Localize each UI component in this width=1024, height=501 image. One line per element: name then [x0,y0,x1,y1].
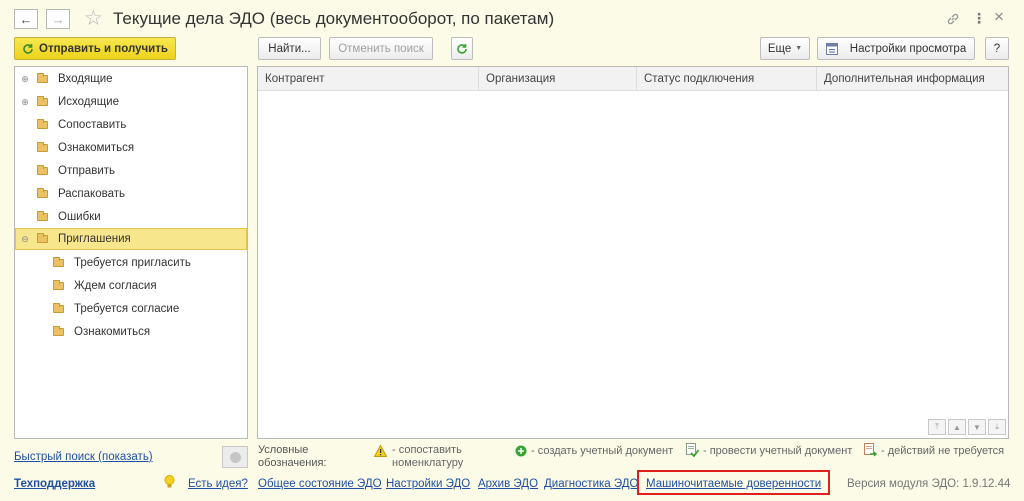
edo-status-link[interactable]: Общее состояние ЭДО [258,478,382,490]
refresh-icon [23,43,33,54]
edo-diagnostics-link[interactable]: Диагностика ЭДО [544,478,638,490]
folder-icon [37,119,48,129]
forward-button[interactable]: → [46,9,70,29]
expand-icon[interactable]: ⊕ [20,74,30,85]
column-counterparty[interactable]: Контрагент [258,67,479,91]
tree-item-label: Ознакомиться [74,326,151,338]
refresh-button[interactable] [451,37,473,60]
tree-item-outgoing[interactable]: ⊕ Исходящие [15,91,247,113]
close-icon[interactable]: × [994,7,1004,27]
legend-match: - сопоставить номенклатуру [392,444,464,469]
folder-tree: ⊕ Входящие ⊕ Исходящие Сопоставить Ознак… [14,66,248,439]
tree-item-label: Ознакомиться [58,142,135,154]
tree-item-label: Сопоставить [58,119,127,131]
tree-item-invitations[interactable]: ⊖ Приглашения [15,228,247,250]
tree-item-consent-required[interactable]: Требуется согласие [15,298,247,320]
folder-icon [37,211,48,221]
folder-icon [37,73,48,83]
idea-link[interactable]: Есть идея? [188,478,248,490]
tree-item-label: Требуется пригласить [74,257,191,269]
more-label: Еще [767,42,792,55]
scroll-bottom-icon[interactable]: ⤓ [988,419,1006,435]
edo-settings-link[interactable]: Настройки ЭДО [386,478,470,490]
help-button[interactable]: ? [985,37,1009,60]
folder-icon [53,257,64,267]
more-options-icon[interactable]: ⋮ [972,10,986,27]
chevron-down-icon: ▼ [795,45,803,52]
page-title: Текущие дела ЭДО (весь документооборот, … [113,9,555,28]
legend-create: - создать учетный документ [531,445,674,457]
tree-item-label: Распаковать [58,188,125,200]
link-icon[interactable] [946,12,960,26]
tree-item-label: Входящие [58,73,113,85]
tree-item-label: Отправить [58,165,116,177]
tree-item-send[interactable]: Отправить [15,160,247,182]
documents-table: Контрагент Организация Статус подключени… [257,66,1009,439]
folder-icon [37,188,48,198]
scroll-up-icon[interactable]: ▲ [948,419,966,435]
find-button[interactable]: Найти... [258,37,321,60]
table-scroll-controls: ⤒ ▲ ▼ ⤓ [928,419,1006,435]
post-document-icon [686,443,699,457]
tree-item-errors[interactable]: Ошибки [15,206,247,228]
tree-item-label: Ошибки [58,211,101,223]
send-receive-label: Отправить и получить [39,42,168,55]
legend-title: Условные обозначения: [258,444,327,469]
module-version: Версия модуля ЭДО: 1.9.12.44 [847,478,1011,490]
collapse-icon[interactable]: ⊖ [20,234,30,245]
add-circle-icon [515,445,527,457]
send-receive-button[interactable]: Отправить и получить [14,37,176,60]
favorite-star-icon[interactable]: ☆ [84,6,103,31]
edo-archive-link[interactable]: Архив ЭДО [478,478,538,490]
machine-readable-proxies-link[interactable]: Машиночитаемые доверенности [646,478,821,490]
scroll-down-icon[interactable]: ▼ [968,419,986,435]
scroll-top-icon[interactable]: ⤒ [928,419,946,435]
circle-icon [229,451,241,463]
column-additional-info[interactable]: Дополнительная информация [817,67,1008,91]
tree-item-need-invite[interactable]: Требуется пригласить [15,252,247,274]
view-settings-label: Настройки просмотра [849,42,967,55]
quick-search-link[interactable]: Быстрый поиск (показать) [14,451,153,463]
tree-item-label: Исходящие [58,96,119,108]
tree-item-incoming[interactable]: ⊕ Входящие [15,68,247,90]
legend-none: - действий не требуется [881,445,1005,457]
settings-form-icon [825,42,838,55]
table-header: Контрагент Организация Статус подключени… [258,67,1008,91]
folder-icon [53,280,64,290]
legend-post: - провести учетный документ [703,445,853,457]
tree-item-unpack[interactable]: Распаковать [15,183,247,205]
folder-icon [37,165,48,175]
folder-icon [37,96,48,106]
folder-icon [37,233,48,243]
column-connection-status[interactable]: Статус подключения [637,67,817,91]
folder-icon [37,142,48,152]
lightbulb-icon [164,475,175,488]
forward-arrow-icon: → [51,11,65,27]
tree-item-label: Приглашения [58,233,131,245]
tree-item-label: Требуется согласие [74,303,180,315]
warning-icon [374,445,387,457]
refresh-icon [457,43,467,54]
tree-item-review[interactable]: Ознакомиться [15,137,247,159]
back-arrow-icon: ← [19,11,33,27]
support-link[interactable]: Техподдержка [14,478,95,490]
expand-icon[interactable]: ⊕ [20,97,30,108]
no-action-icon [864,443,877,457]
view-settings-button[interactable]: Настройки просмотра [817,37,975,60]
tree-item-match[interactable]: Сопоставить [15,114,247,136]
cancel-search-button[interactable]: Отменить поиск [329,37,433,60]
column-organization[interactable]: Организация [479,67,637,91]
quick-search-toggle-button[interactable] [222,446,248,468]
more-button[interactable]: Еще ▼ [760,37,810,60]
tree-item-invite-review[interactable]: Ознакомиться [15,321,247,343]
folder-icon [53,303,64,313]
back-button[interactable]: ← [14,9,38,29]
folder-icon [53,326,64,336]
tree-item-label: Ждем согласия [74,280,157,292]
tree-item-awaiting-consent[interactable]: Ждем согласия [15,275,247,297]
